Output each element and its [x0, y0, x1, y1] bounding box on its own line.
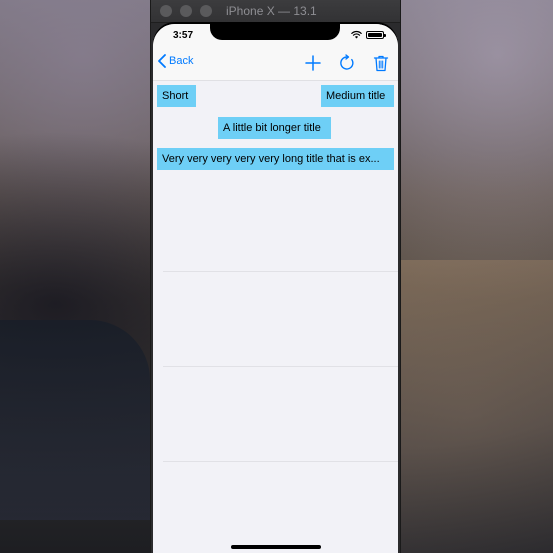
window-title: iPhone X — 13.1 [226, 4, 317, 18]
minimize-window-button[interactable] [180, 5, 192, 17]
battery-icon [366, 30, 386, 39]
navigation-bar: Back [153, 46, 398, 81]
chip-longer-title[interactable]: A little bit longer title [218, 117, 331, 139]
status-icons [351, 30, 386, 39]
refresh-button[interactable] [336, 52, 358, 74]
list-divider [163, 271, 398, 272]
zoom-window-button[interactable] [200, 5, 212, 17]
plus-icon [305, 55, 321, 71]
add-button[interactable] [302, 52, 324, 74]
window-titlebar: iPhone X — 13.1 [151, 0, 400, 23]
status-time: 3:57 [173, 30, 194, 41]
refresh-icon [340, 54, 354, 70]
delete-button[interactable] [370, 52, 392, 74]
device-screen: 3:57 Back Short Medium title A little bi… [153, 24, 398, 553]
list-divider [163, 366, 398, 367]
nav-actions [302, 52, 392, 74]
wifi-icon [351, 30, 362, 39]
wallpaper-water [0, 320, 150, 520]
list-divider [163, 461, 398, 462]
chip-short-title[interactable]: Short [157, 85, 196, 107]
chevron-left-icon [158, 54, 166, 68]
home-indicator[interactable] [231, 545, 321, 549]
trash-icon [373, 55, 389, 72]
device-frame: 3:57 Back Short Medium title A little bi… [153, 22, 398, 553]
wallpaper-rocks [400, 260, 553, 553]
back-button-label: Back [169, 55, 194, 67]
simulator-window: iPhone X — 13.1 3:57 Back Short Medium t… [150, 0, 401, 553]
device-notch [210, 24, 340, 40]
chip-medium-title[interactable]: Medium title [321, 85, 394, 107]
chip-longest-title[interactable]: Very very very very very long title that… [157, 148, 394, 170]
status-bar: 3:57 [153, 24, 398, 46]
back-button[interactable]: Back [157, 54, 193, 68]
close-window-button[interactable] [160, 5, 172, 17]
